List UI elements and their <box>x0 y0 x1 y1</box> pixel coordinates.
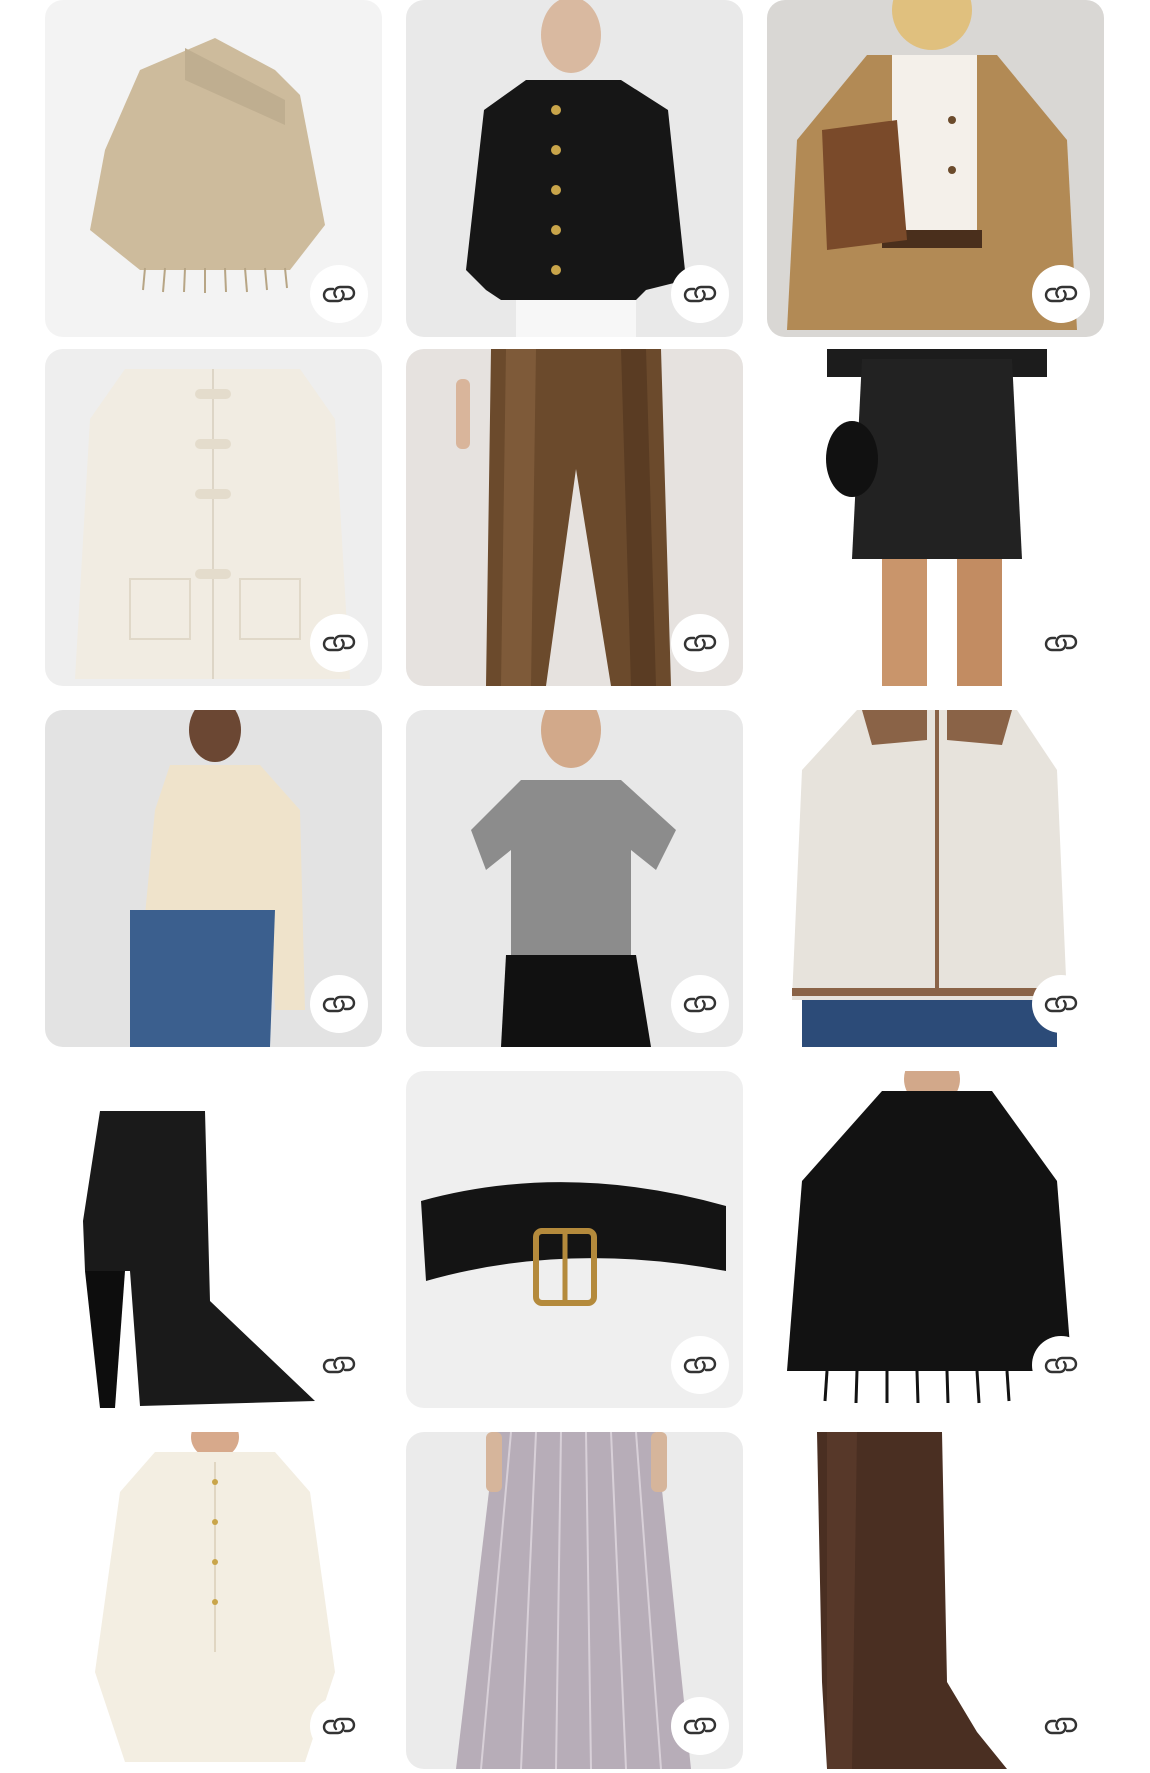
link-chain-icon <box>1044 285 1078 303</box>
link-chain-icon <box>683 1356 717 1374</box>
link-button[interactable] <box>310 265 368 323</box>
link-chain-icon <box>1044 1356 1078 1374</box>
link-button[interactable] <box>1032 265 1090 323</box>
link-chain-icon <box>322 285 356 303</box>
link-chain-icon <box>322 634 356 652</box>
link-chain-icon <box>322 1717 356 1735</box>
link-button[interactable] <box>310 1697 368 1755</box>
link-button[interactable] <box>671 265 729 323</box>
product-card[interactable] <box>45 1071 382 1408</box>
link-button[interactable] <box>310 614 368 672</box>
link-chain-icon <box>322 995 356 1013</box>
link-button[interactable] <box>1032 1697 1090 1755</box>
link-button[interactable] <box>671 975 729 1033</box>
product-card[interactable] <box>767 1432 1104 1769</box>
product-card[interactable] <box>45 710 382 1047</box>
link-chain-icon <box>322 1356 356 1374</box>
link-button[interactable] <box>1032 975 1090 1033</box>
product-card[interactable] <box>406 1432 743 1769</box>
product-card[interactable] <box>406 0 743 337</box>
product-card[interactable] <box>406 1071 743 1408</box>
link-chain-icon <box>1044 634 1078 652</box>
product-card[interactable] <box>767 0 1104 337</box>
link-button[interactable] <box>310 975 368 1033</box>
link-button[interactable] <box>671 1697 729 1755</box>
product-grid <box>0 0 1150 1773</box>
product-card[interactable] <box>45 0 382 337</box>
product-card[interactable] <box>767 1071 1104 1408</box>
link-button[interactable] <box>1032 1336 1090 1394</box>
link-chain-icon <box>683 285 717 303</box>
product-card[interactable] <box>45 1432 382 1769</box>
link-button[interactable] <box>671 1336 729 1394</box>
product-card[interactable] <box>45 349 382 686</box>
link-chain-icon <box>1044 995 1078 1013</box>
product-card[interactable] <box>767 349 1104 686</box>
link-chain-icon <box>683 1717 717 1735</box>
link-chain-icon <box>1044 1717 1078 1735</box>
product-card[interactable] <box>767 710 1104 1047</box>
link-button[interactable] <box>310 1336 368 1394</box>
link-chain-icon <box>683 634 717 652</box>
link-button[interactable] <box>671 614 729 672</box>
link-chain-icon <box>683 995 717 1013</box>
product-card[interactable] <box>406 710 743 1047</box>
link-button[interactable] <box>1032 614 1090 672</box>
product-card[interactable] <box>406 349 743 686</box>
